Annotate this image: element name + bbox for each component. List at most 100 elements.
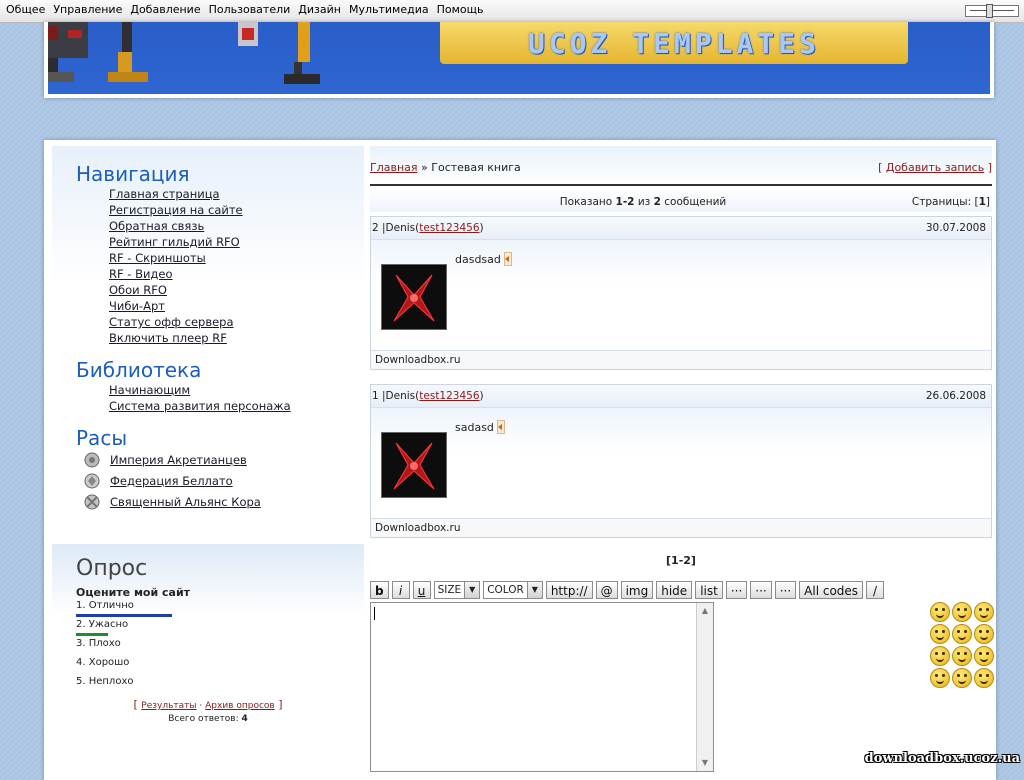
- italic-button[interactable]: i: [391, 581, 410, 599]
- entry-footer: Downloadbox.ru: [371, 350, 991, 369]
- poll-option: 4. Хорошо: [76, 657, 130, 668]
- page-container: Навигация Главная страница Регистрация н…: [44, 140, 996, 780]
- smiley-tongue-icon[interactable]: [974, 668, 994, 688]
- textarea-scrollbar[interactable]: ▲ ▼: [696, 603, 713, 771]
- poll-title: Опрос: [76, 556, 148, 581]
- race-accretia-link[interactable]: Империя Акретианцев: [110, 453, 247, 467]
- add-entry-link[interactable]: Добавить запись: [886, 161, 984, 174]
- more-button-2[interactable]: ···: [750, 581, 772, 599]
- watermark: downloadbox.ucoz.ua: [864, 751, 1020, 766]
- image-button[interactable]: img: [620, 581, 654, 599]
- poll-results-link[interactable]: Результаты: [141, 701, 196, 711]
- menu-help[interactable]: Помощь: [437, 3, 484, 16]
- nav-video[interactable]: RF - Видео: [109, 266, 243, 282]
- pagination[interactable]: [1-2]: [370, 554, 992, 567]
- nav-screenshots[interactable]: RF - Скриншоты: [109, 250, 243, 266]
- quote-arrow-icon[interactable]: [496, 420, 505, 434]
- avatar: [381, 264, 447, 330]
- entry-login-link[interactable]: test123456: [419, 222, 479, 234]
- smiley-sad-icon[interactable]: [952, 624, 972, 644]
- smiley-surprised-icon[interactable]: [930, 624, 950, 644]
- breadcrumb-separator: »: [421, 161, 428, 174]
- poll-links: [ Результаты · Архив опросов ]: [133, 698, 283, 711]
- nav-chibi-art[interactable]: Чиби-Арт: [109, 298, 243, 314]
- entry-date: 30.07.2008: [925, 222, 986, 234]
- entry-footer-text: Downloadbox.ru: [375, 354, 461, 366]
- email-button[interactable]: @: [595, 581, 618, 599]
- scroll-up-icon[interactable]: ▲: [697, 603, 713, 619]
- message-textarea[interactable]: ▲ ▼: [370, 602, 714, 772]
- nav-feedback[interactable]: Обратная связь: [109, 218, 243, 234]
- race-cora-link[interactable]: Священный Альянс Кора: [110, 495, 261, 509]
- smiley-confused-icon[interactable]: [974, 646, 994, 666]
- race-cora[interactable]: Священный Альянс Кора: [82, 492, 261, 512]
- header-banner: UCOZ TEMPLATES: [48, 22, 990, 94]
- menu-general[interactable]: Общее: [6, 3, 45, 16]
- size-select[interactable]: SIZE ▼: [433, 581, 481, 599]
- robot-illustration: [48, 22, 148, 82]
- smiley-laugh-icon[interactable]: [930, 668, 950, 688]
- smiley-smile-icon[interactable]: [974, 624, 994, 644]
- slider-knob[interactable]: [986, 4, 993, 18]
- smiley-grin-icon[interactable]: [952, 602, 972, 622]
- nav-register[interactable]: Регистрация на сайте: [109, 202, 243, 218]
- entry-login-link[interactable]: test123456: [419, 390, 479, 402]
- entry-message-text: dasdsad: [455, 252, 501, 266]
- menu-users[interactable]: Пользователи: [209, 3, 291, 16]
- cora-emblem-icon: [84, 494, 100, 510]
- nav-guild-rating[interactable]: Рейтинг гильдий RFO: [109, 234, 243, 250]
- smiley-angry-icon[interactable]: [930, 602, 950, 622]
- nav-player[interactable]: Включить плеер RF: [109, 330, 243, 346]
- more-button-3[interactable]: ···: [774, 581, 797, 599]
- accretia-emblem-icon: [84, 452, 100, 468]
- poll-link-separator: ·: [199, 701, 203, 711]
- library-beginners[interactable]: Начинающим: [109, 382, 291, 398]
- smiley-panel: [930, 602, 994, 688]
- race-bellato-link[interactable]: Федерация Беллато: [110, 474, 233, 488]
- nav-wallpapers[interactable]: Обои RFO: [109, 282, 243, 298]
- poll-bar-2: [76, 633, 108, 636]
- poll-option: 1. Отлично: [76, 600, 134, 611]
- admin-menu-bar: Общее Управление Добавление Пользователи…: [0, 0, 1024, 23]
- entry-number-user: 1 |Denis: [372, 390, 416, 402]
- smiley-cool-icon[interactable]: [974, 602, 994, 622]
- size-select-value: SIZE: [437, 584, 462, 596]
- menu-multimedia[interactable]: Мультимедиа: [349, 3, 429, 16]
- breadcrumb: Главная » Гостевая книга: [370, 161, 521, 174]
- menu-design[interactable]: Дизайн: [298, 3, 341, 16]
- nav-server-status[interactable]: Статус офф сервера: [109, 314, 243, 330]
- library-character-system[interactable]: Система развития персонажа: [109, 398, 291, 414]
- panel-size-slider[interactable]: [965, 4, 1019, 18]
- list-button[interactable]: list: [695, 581, 723, 599]
- more-button-1[interactable]: ···: [725, 581, 748, 599]
- underline-button[interactable]: u: [412, 581, 431, 599]
- poll-question: Оцените мой сайт: [76, 586, 191, 599]
- poll-option: 3. Плохо: [76, 638, 121, 649]
- race-accretia[interactable]: Империя Акретианцев: [82, 450, 247, 470]
- shown-suffix: сообщений: [664, 196, 727, 208]
- all-codes-button[interactable]: All codes: [799, 581, 864, 599]
- ucoz-templates-logo: UCOZ TEMPLATES: [440, 22, 908, 64]
- poll-archive-link[interactable]: Архив опросов: [205, 701, 275, 711]
- smiley-happy-icon[interactable]: [952, 646, 972, 666]
- entry-footer-text: Downloadbox.ru: [375, 522, 461, 534]
- color-select[interactable]: COLOR ▼: [483, 581, 543, 599]
- url-button[interactable]: http://: [545, 581, 593, 599]
- poll-total: Всего ответов: 4: [52, 714, 364, 724]
- shown-total: 2: [653, 196, 661, 208]
- breadcrumb-home-link[interactable]: Главная: [370, 161, 418, 174]
- robot-illustration-2: [238, 22, 320, 84]
- poll-bar-1: [76, 614, 172, 617]
- entry-footer: Downloadbox.ru: [371, 518, 991, 537]
- nav-home[interactable]: Главная страница: [109, 186, 243, 202]
- scroll-down-icon[interactable]: ▼: [697, 755, 713, 771]
- smiley-shocked-icon[interactable]: [930, 646, 950, 666]
- quote-arrow-icon[interactable]: [503, 252, 512, 266]
- menu-management[interactable]: Управление: [53, 3, 122, 16]
- bold-button[interactable]: b: [370, 581, 389, 599]
- close-tags-button[interactable]: /: [866, 581, 885, 599]
- hide-button[interactable]: hide: [656, 581, 693, 599]
- menu-add[interactable]: Добавление: [130, 3, 200, 16]
- smiley-wink-icon[interactable]: [952, 668, 972, 688]
- race-bellato[interactable]: Федерация Беллато: [82, 471, 233, 491]
